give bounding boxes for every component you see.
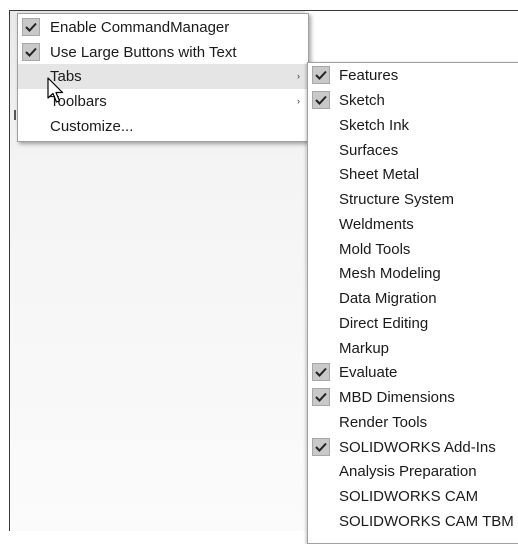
- checkmark-icon: [22, 18, 40, 36]
- submenu-item-solidworks-add-ins[interactable]: SOLIDWORKS Add-Ins: [308, 435, 518, 460]
- submenu-item-label: Mesh Modeling: [339, 265, 441, 282]
- submenu-item-sheet-metal[interactable]: Sheet Metal: [308, 162, 518, 187]
- menu-item-enable-commandmanager[interactable]: Enable CommandManager: [18, 15, 308, 40]
- submenu-item-evaluate[interactable]: Evaluate: [308, 360, 518, 385]
- submenu-item-features[interactable]: Features: [308, 63, 518, 88]
- panel-edge-marker: [14, 110, 16, 120]
- background-area: [305, 10, 518, 63]
- submenu-item-label: SOLIDWORKS CAM: [339, 488, 479, 505]
- menu-item-label: Customize...: [50, 118, 134, 135]
- submenu-item-label: Sheet Metal: [339, 166, 420, 183]
- submenu-item-markup[interactable]: Markup: [308, 336, 518, 361]
- menu-item-customize[interactable]: Customize...: [18, 114, 308, 139]
- submenu-item-label: Direct Editing: [339, 315, 429, 332]
- submenu-item-label: MBD Dimensions: [339, 389, 455, 406]
- submenu-item-direct-editing[interactable]: Direct Editing: [308, 311, 518, 336]
- submenu-item-mesh-modeling[interactable]: Mesh Modeling: [308, 261, 518, 286]
- submenu-item-surfaces[interactable]: Surfaces: [308, 138, 518, 163]
- submenu-item-data-migration[interactable]: Data Migration: [308, 286, 518, 311]
- mouse-pointer-icon: [47, 77, 64, 103]
- checkmark-icon: [312, 91, 330, 109]
- submenu-item-label: Analysis Preparation: [339, 463, 477, 480]
- checkmark-icon: [312, 66, 330, 84]
- submenu-item-label: Structure System: [339, 191, 455, 208]
- submenu-item-sketch[interactable]: Sketch: [308, 88, 518, 113]
- submenu-item-analysis-preparation[interactable]: Analysis Preparation: [308, 459, 518, 484]
- submenu-item-mold-tools[interactable]: Mold Tools: [308, 237, 518, 262]
- submenu-item-solidworks-cam[interactable]: SOLIDWORKS CAM: [308, 484, 518, 509]
- submenu-item-label: Mold Tools: [339, 241, 411, 258]
- submenu-item-solidworks-cam-tbm[interactable]: SOLIDWORKS CAM TBM: [308, 509, 518, 534]
- submenu-item-label: SOLIDWORKS CAM TBM: [339, 513, 514, 530]
- menu-item-label: Enable CommandManager: [50, 19, 230, 36]
- submenu-item-sketch-ink[interactable]: Sketch Ink: [308, 113, 518, 138]
- submenu-item-label: SOLIDWORKS Add-Ins: [339, 439, 496, 456]
- checkmark-icon: [312, 388, 330, 406]
- submenu-item-structure-system[interactable]: Structure System: [308, 187, 518, 212]
- checkmark-icon: [312, 363, 330, 381]
- submenu-item-label: Data Migration: [339, 290, 437, 307]
- submenu-item-weldments[interactable]: Weldments: [308, 212, 518, 237]
- submenu-item-mbd-dimensions[interactable]: MBD Dimensions: [308, 385, 518, 410]
- checkmark-icon: [312, 438, 330, 456]
- submenu-item-label: Sketch Ink: [339, 117, 410, 134]
- submenu-item-label: Features: [339, 67, 399, 84]
- submenu-arrow-icon: ›: [297, 71, 300, 81]
- submenu-item-label: Evaluate: [339, 364, 398, 381]
- submenu-item-label: Sketch: [339, 92, 385, 109]
- checkmark-icon: [22, 43, 40, 61]
- tabs-submenu: Features Sketch Sketch Ink Surfaces Shee…: [307, 62, 518, 544]
- submenu-item-label: Markup: [339, 340, 390, 357]
- submenu-item-label: Weldments: [339, 216, 414, 233]
- submenu-item-render-tools[interactable]: Render Tools: [308, 410, 518, 435]
- menu-item-use-large-buttons[interactable]: Use Large Buttons with Text: [18, 40, 308, 65]
- menu-item-label: Use Large Buttons with Text: [50, 44, 237, 61]
- submenu-arrow-icon: ›: [297, 96, 300, 106]
- submenu-item-label: Surfaces: [339, 142, 399, 159]
- submenu-item-label: Render Tools: [339, 414, 428, 431]
